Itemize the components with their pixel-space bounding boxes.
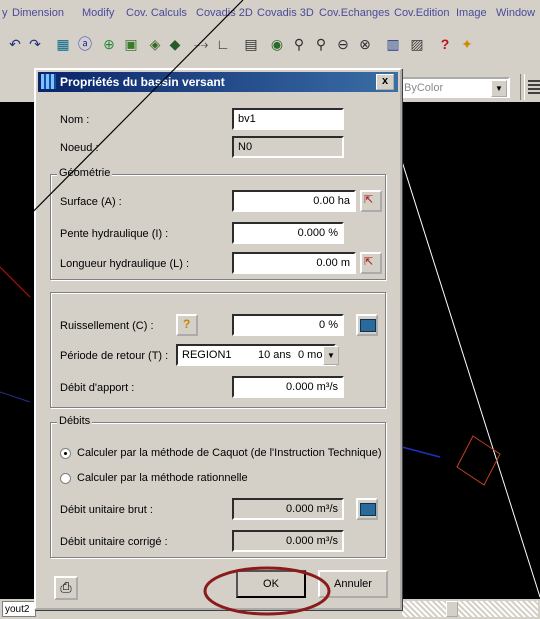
annotation-line [0, 0, 244, 246]
annotation-overlay [0, 0, 331, 616]
annotation-ellipse [203, 566, 331, 616]
